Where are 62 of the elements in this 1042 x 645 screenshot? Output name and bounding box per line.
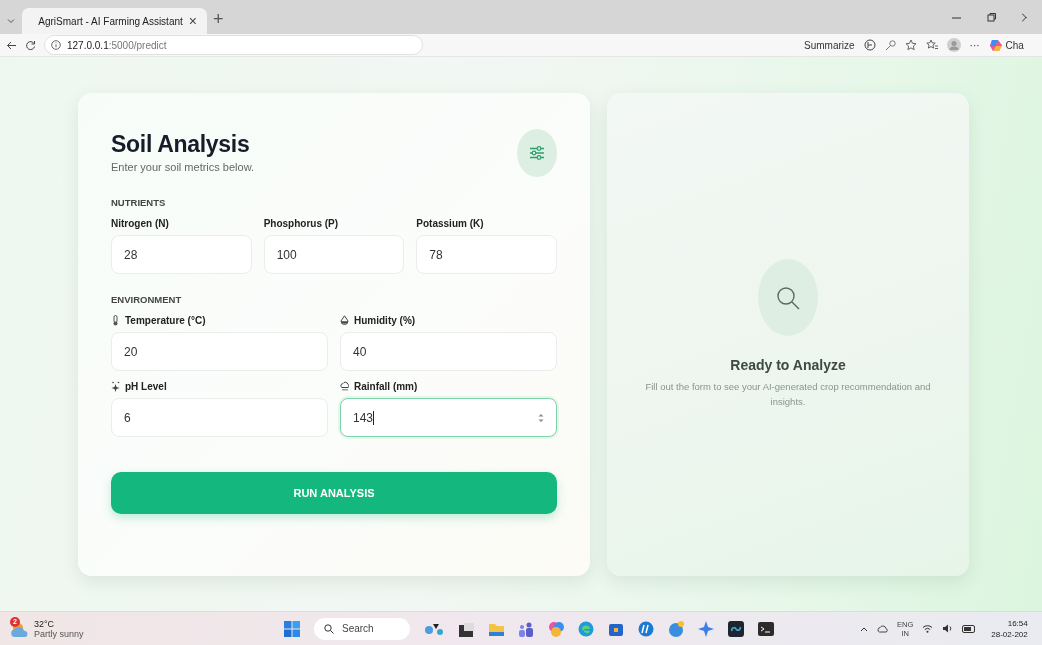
number-input[interactable]: 20 — [111, 332, 328, 371]
field-label: Humidity (%) — [354, 315, 416, 326]
results-message: Fill out the form to see your AI-generated crop recommendation and insights. — [644, 380, 932, 409]
speaker-icon[interactable] — [942, 624, 954, 633]
number-input[interactable]: 40 — [340, 332, 557, 371]
results-title: Ready to Analyze — [730, 357, 846, 373]
close-tab-button[interactable]: × — [188, 13, 197, 29]
number-input[interactable]: 100 — [263, 235, 405, 274]
reload-icon[interactable] — [25, 39, 36, 51]
copilot-button[interactable]: Cha — [988, 38, 1024, 52]
favorites-icon[interactable] — [925, 39, 938, 51]
form-title: Soil Analysis — [111, 131, 251, 158]
restore-icon[interactable] — [987, 12, 996, 22]
field-label: pH Level — [125, 381, 167, 392]
field-label: Rainfall (mm) — [354, 381, 418, 392]
swirl-icon[interactable] — [578, 620, 594, 637]
summarize-button[interactable]: Summarize — [804, 39, 855, 51]
chevron-up-icon[interactable] — [860, 625, 868, 632]
cloud-icon — [340, 381, 349, 392]
copilot-icon — [988, 38, 1003, 52]
windows-start-icon[interactable] — [284, 620, 300, 637]
number-input[interactable]: 6 — [111, 398, 328, 437]
favorite-star-icon[interactable] — [904, 39, 917, 51]
taskbar-search[interactable]: Search — [314, 617, 410, 640]
search-icon — [324, 623, 334, 634]
people-icon[interactable] — [518, 620, 534, 637]
window-icon[interactable] — [458, 620, 474, 637]
star-sparkle-icon[interactable] — [698, 620, 714, 637]
help-icon[interactable] — [668, 620, 684, 637]
system-clock[interactable]: 16:54 28-02-202 — [991, 617, 1028, 640]
flower-icon[interactable] — [548, 620, 564, 637]
water-drop-icon — [340, 315, 349, 326]
section-heading: NUTRIENTS — [111, 197, 167, 208]
spinner-arrows-icon[interactable] — [538, 412, 544, 423]
number-input[interactable]: 78 — [416, 235, 557, 274]
form-subtitle: Enter your soil metrics below. — [111, 161, 255, 173]
wifi-icon[interactable] — [922, 624, 934, 633]
cloud-icon[interactable] — [877, 624, 888, 633]
profile-avatar-icon[interactable] — [946, 38, 961, 52]
number-input[interactable]: 28 — [111, 235, 252, 274]
field-label: Temperature (°C) — [125, 315, 206, 326]
thermometer-icon — [111, 315, 120, 326]
back-icon[interactable] — [6, 39, 17, 51]
dark-square-icon[interactable] — [728, 620, 744, 637]
new-tab-button[interactable]: + — [213, 9, 224, 34]
sliders-icon — [529, 145, 545, 161]
section-heading: ENVIRONMENT — [111, 294, 183, 305]
more-menu-button[interactable]: ··· — [969, 39, 980, 51]
key-icon[interactable] — [884, 39, 896, 51]
weather-condition: Partly sunny — [34, 628, 84, 639]
weather-temperature: 32°C — [34, 618, 56, 629]
filter-button[interactable] — [517, 129, 557, 177]
field-label: Potassium (K) — [416, 218, 484, 229]
address-bar[interactable]: 127.0.0.1:5000/predict — [44, 35, 423, 55]
browser-tab[interactable]: AgriSmart - AI Farming Assistant × — [22, 8, 207, 34]
battery-icon[interactable] — [962, 624, 977, 633]
terminal-icon[interactable] — [758, 620, 774, 637]
field-label: Phosphorus (P) — [263, 218, 339, 229]
number-input[interactable]: 143 — [340, 398, 557, 437]
info-icon — [51, 40, 61, 50]
field-label: Nitrogen (N) — [111, 218, 169, 229]
circle-logo-icon[interactable] — [638, 620, 654, 637]
